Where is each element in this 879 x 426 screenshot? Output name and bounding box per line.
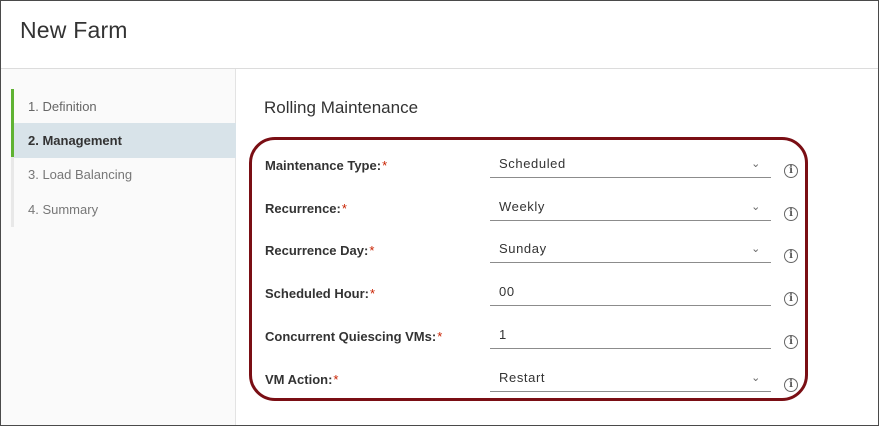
chevron-down-icon: ⌄ (751, 372, 761, 384)
new-farm-dialog: New Farm 1. Definition 2. Management 3. … (0, 0, 879, 426)
info-icon[interactable]: i (784, 207, 798, 221)
chevron-down-icon: ⌄ (751, 158, 761, 170)
info-icon[interactable]: i (784, 292, 798, 306)
recurrence-row: Recurrence:* Weekly ⌄ i (237, 198, 878, 238)
maintenance-type-label: Maintenance Type:* (265, 158, 388, 173)
required-mark: * (382, 158, 388, 173)
required-mark: * (333, 372, 339, 387)
recurrence-day-value: Sunday (499, 241, 547, 256)
vm-action-label: VM Action:* (265, 372, 339, 387)
vm-action-row: VM Action:* Restart ⌄ i (237, 369, 878, 409)
maintenance-type-select[interactable]: Scheduled ⌄ (490, 152, 771, 178)
step-management[interactable]: 2. Management (11, 123, 236, 158)
step-definition[interactable]: 1. Definition (11, 89, 236, 124)
required-mark: * (370, 286, 376, 301)
concurrent-quiescing-vms-label: Concurrent Quiescing VMs:* (265, 329, 443, 344)
maintenance-type-row: Maintenance Type:* Scheduled ⌄ i (237, 155, 878, 195)
section-title: Rolling Maintenance (264, 98, 419, 117)
recurrence-select[interactable]: Weekly ⌄ (490, 195, 771, 221)
dialog-header: New Farm (1, 1, 878, 69)
chevron-down-icon: ⌄ (751, 201, 761, 213)
scheduled-hour-input[interactable]: 00 (490, 280, 771, 306)
required-mark: * (437, 329, 443, 344)
recurrence-day-row: Recurrence Day:* Sunday ⌄ i (237, 240, 878, 280)
scheduled-hour-label: Scheduled Hour:* (265, 286, 376, 301)
info-icon[interactable]: i (784, 335, 798, 349)
info-icon[interactable]: i (784, 378, 798, 392)
step-load-balancing[interactable]: 3. Load Balancing (11, 157, 236, 192)
management-panel: Rolling Maintenance Maintenance Type:* S… (237, 69, 878, 425)
recurrence-value: Weekly (499, 199, 545, 214)
dialog-title: New Farm (20, 17, 128, 43)
recurrence-day-select[interactable]: Sunday ⌄ (490, 237, 771, 263)
step-summary[interactable]: 4. Summary (11, 192, 236, 227)
recurrence-label: Recurrence:* (265, 201, 347, 216)
concurrent-quiescing-vms-row: Concurrent Quiescing VMs:* 1 i (237, 326, 878, 366)
required-mark: * (369, 243, 375, 258)
required-mark: * (341, 201, 347, 216)
wizard-steps: 1. Definition 2. Management 3. Load Bala… (1, 69, 236, 425)
scheduled-hour-row: Scheduled Hour:* 00 i (237, 283, 878, 323)
vm-action-select[interactable]: Restart ⌄ (490, 366, 771, 392)
info-icon[interactable]: i (784, 164, 798, 178)
vm-action-value: Restart (499, 370, 546, 385)
recurrence-day-label: Recurrence Day:* (265, 243, 375, 258)
info-icon[interactable]: i (784, 249, 798, 263)
chevron-down-icon: ⌄ (751, 243, 761, 255)
maintenance-type-value: Scheduled (499, 156, 566, 171)
concurrent-quiescing-vms-input[interactable]: 1 (490, 323, 771, 349)
